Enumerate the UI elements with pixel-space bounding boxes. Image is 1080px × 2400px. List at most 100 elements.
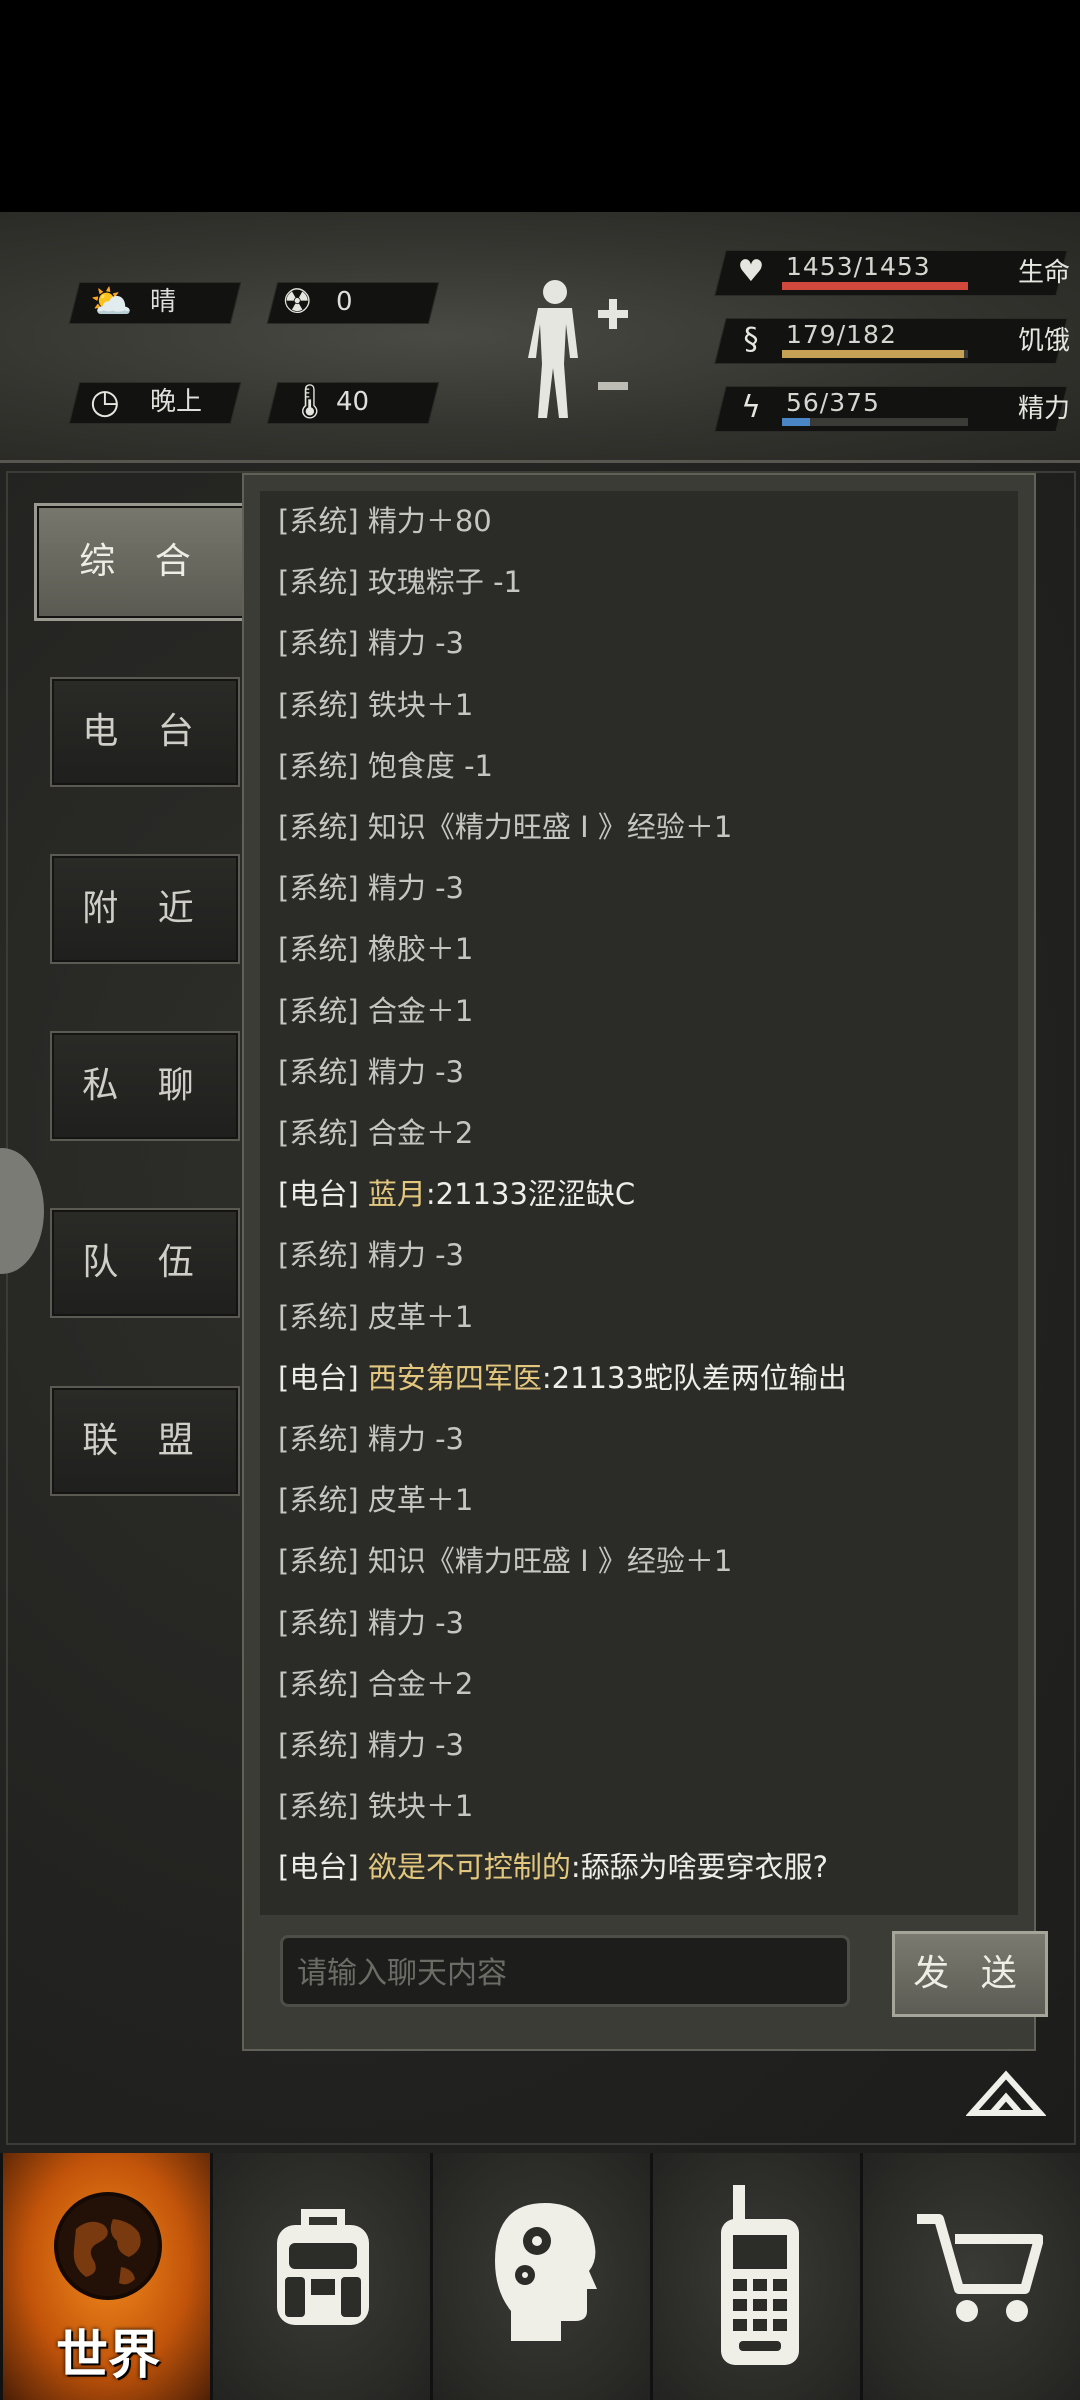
- chat-input[interactable]: 请输入聊天内容: [280, 1935, 850, 2007]
- system-message: [系统] 橡胶＋1: [278, 919, 473, 979]
- system-message: [系统] 合金＋2: [278, 1654, 473, 1714]
- send-button[interactable]: 发 送: [892, 1931, 1048, 2017]
- time-text: 晚上: [150, 387, 203, 417]
- nav-backpack[interactable]: [210, 2153, 433, 2400]
- message-text: 精力＋80: [367, 504, 492, 538]
- message-text: :舔舔为啥要穿衣服?: [570, 1850, 829, 1885]
- walkie-talkie-icon: [721, 2185, 799, 2365]
- nav-world[interactable]: 世界: [0, 2153, 213, 2400]
- message-channel-tag: [系统]: [278, 1728, 368, 1762]
- nav-radio[interactable]: [650, 2153, 863, 2400]
- cloudy-sun-icon: ⛅: [90, 282, 133, 322]
- message-channel-tag: [系统]: [278, 1483, 368, 1518]
- system-message: [系统] 合金＋2: [278, 1103, 473, 1163]
- stomach-icon: §: [743, 322, 759, 357]
- message-channel-tag: [系统]: [278, 626, 368, 661]
- message-channel-tag: [系统]: [278, 932, 368, 967]
- message-channel-tag: [系统]: [278, 1054, 368, 1089]
- message-sender[interactable]: 西安第四军医: [368, 1361, 542, 1395]
- message-channel-tag: [系统]: [278, 810, 368, 844]
- message-channel-tag: [系统]: [278, 1116, 368, 1150]
- message-channel-tag: [系统]: [278, 1605, 368, 1640]
- backpack-icon: [277, 2209, 369, 2325]
- message-text: :21133涩涩缺C: [425, 1177, 636, 1212]
- message-text: 精力 -3: [367, 871, 464, 906]
- system-message: [系统] 精力 -3: [278, 1715, 464, 1775]
- message-text: 铁块＋1: [367, 1789, 474, 1824]
- system-message: [系统] 铁块＋1: [278, 675, 473, 735]
- message-text: 精力 -3: [367, 626, 464, 661]
- globe-icon: [54, 2192, 162, 2300]
- message-text: 精力 -3: [367, 1238, 464, 1273]
- system-message: [系统] 精力 -3: [278, 1409, 464, 1469]
- message-text: 合金＋2: [367, 1666, 474, 1701]
- brain-icon: ϟ: [741, 390, 761, 425]
- message-text: 知识《精力旺盛 I 》经验＋1: [367, 810, 733, 844]
- message-channel-tag: [系统]: [278, 1544, 368, 1579]
- chat-log[interactable]: [系统] 精力＋80 [系统] 玫瑰粽子 -1 [系统] 精力 -3 [系统] 铁块＋…: [260, 491, 1018, 1915]
- health-bar: [782, 282, 968, 290]
- message-channel-tag: [电台]: [278, 1360, 368, 1395]
- shopping-cart-icon: [917, 2214, 1043, 2322]
- message-sender[interactable]: 欲是不可控制的: [368, 1850, 571, 1884]
- system-message: [系统] 精力 -3: [278, 1593, 464, 1653]
- clock-icon: ◷: [90, 382, 120, 422]
- message-text: 饱食度 -1: [367, 748, 493, 783]
- message-channel-tag: [电台]: [278, 1850, 368, 1885]
- message-text: 精力 -3: [367, 1054, 464, 1089]
- message-text: 精力 -3: [367, 1728, 464, 1762]
- radio-message: [电台] 欲是不可控制的:舔舔为啥要穿衣服?: [278, 1837, 828, 1897]
- nav-shop[interactable]: [860, 2153, 1080, 2400]
- message-text: 知识《精力旺盛 I 》经验＋1: [367, 1544, 733, 1579]
- system-message: [系统] 知识《精力旺盛 I 》经验＋1: [278, 1531, 732, 1591]
- message-text: 合金＋2: [367, 1116, 474, 1150]
- tab-alliance[interactable]: 联 盟: [50, 1386, 240, 1496]
- chat-container: [系统] 精力＋80 [系统] 玫瑰粽子 -1 [系统] 精力 -3 [系统] 铁块＋…: [242, 473, 1048, 2051]
- tab-nearby[interactable]: 附 近: [50, 854, 240, 964]
- system-message: [系统] 精力 -3: [278, 858, 464, 918]
- message-channel-tag: [系统]: [278, 687, 368, 722]
- system-message: [系统] 皮革＋1: [278, 1287, 473, 1347]
- message-channel-tag: [电台]: [278, 1177, 368, 1212]
- message-text: 精力 -3: [367, 1422, 464, 1456]
- message-channel-tag: [系统]: [278, 1299, 368, 1334]
- message-text: 铁块＋1: [367, 687, 474, 722]
- message-channel-tag: [系统]: [278, 504, 368, 538]
- hunger-label: 饥饿: [1017, 326, 1070, 356]
- status-bar-area: [0, 0, 1080, 212]
- energy-bar: [782, 418, 968, 426]
- system-message: [系统] 知识《精力旺盛 I 》经验＋1: [278, 797, 732, 857]
- energy-value: 56/375: [786, 388, 880, 417]
- weather-text: 晴: [150, 287, 177, 317]
- system-message: [系统] 饱食度 -1: [278, 736, 493, 796]
- system-message: [系统] 玫瑰粽子 -1: [278, 552, 522, 612]
- message-text: :21133蛇队差两位输出: [541, 1360, 847, 1395]
- nav-skills[interactable]: [430, 2153, 653, 2400]
- nav-world-label: 世界: [55, 2326, 160, 2386]
- body-status-icon[interactable]: [520, 272, 640, 422]
- system-message: [系统] 精力 -3: [278, 1225, 464, 1285]
- bottom-nav: 世界: [0, 2153, 1080, 2400]
- hunger-stat: § 179/182 饥饿: [714, 318, 1070, 364]
- tab-private[interactable]: 私 聊: [50, 1031, 240, 1141]
- tab-team[interactable]: 队 伍: [50, 1208, 240, 1318]
- message-channel-tag: [系统]: [278, 1789, 368, 1824]
- message-channel-tag: [系统]: [278, 993, 368, 1028]
- energy-stat: ϟ 56/375 精力: [714, 386, 1070, 432]
- health-value: 1453/1453: [786, 252, 931, 281]
- system-message: [系统] 精力＋80: [278, 491, 492, 551]
- hunger-bar: [782, 350, 968, 358]
- health-label: 生命: [1017, 258, 1070, 288]
- message-channel-tag: [系统]: [278, 1666, 368, 1701]
- heart-icon: ♥: [737, 254, 765, 289]
- collapse-up-icon[interactable]: [966, 2063, 1046, 2123]
- head-gears-icon: [495, 2203, 597, 2341]
- tab-general[interactable]: 综 合: [34, 503, 250, 621]
- message-text: 合金＋1: [367, 993, 474, 1028]
- thermometer-icon: 🌡: [288, 382, 332, 422]
- message-channel-tag: [系统]: [278, 871, 368, 906]
- status-hud: ⛅ 晴 ☢ 0 ◷ 晚上 🌡 40 ♥ 1453/1453 生命 § 179/1…: [0, 212, 1080, 463]
- radio-message: [电台] 蓝月:21133涩涩缺C: [278, 1164, 635, 1224]
- tab-radio[interactable]: 电 台: [50, 677, 240, 787]
- message-sender[interactable]: 蓝月: [368, 1177, 426, 1211]
